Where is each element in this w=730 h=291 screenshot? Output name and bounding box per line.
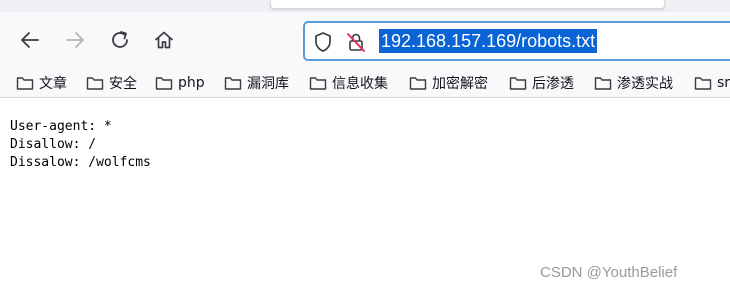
- url-text[interactable]: 192.168.157.169/robots.txt: [379, 29, 598, 53]
- bookmark-label: 安全: [109, 76, 137, 92]
- folder-icon: [16, 77, 34, 90]
- tab-strip: [0, 0, 730, 12]
- navigation-toolbar: 192.168.157.169/robots.txt: [0, 12, 730, 68]
- reload-icon: [112, 31, 128, 48]
- folder-icon: [409, 77, 427, 90]
- bookmark-label: 信息收集: [332, 76, 388, 92]
- bookmark-folder-houshentou[interactable]: 后渗透: [509, 72, 574, 94]
- bookmark-label: 文章: [39, 76, 67, 92]
- folder-icon: [594, 77, 612, 90]
- bookmark-folder-loudongku[interactable]: 漏洞库: [224, 72, 289, 94]
- bookmark-folder-sr[interactable]: sr: [694, 72, 730, 94]
- watermark: CSDN @YouthBelief: [540, 264, 678, 281]
- bookmarks-toolbar: 文章 安全 php 漏洞库 信息收集 加密解密 后渗透 渗透实战 sr: [0, 68, 730, 98]
- folder-icon: [309, 77, 327, 90]
- folder-icon: [224, 77, 242, 90]
- bookmark-label: 后渗透: [532, 76, 574, 92]
- back-icon: [21, 32, 39, 48]
- insecure-lock-icon[interactable]: [345, 31, 367, 53]
- bookmark-folder-jiamijiemi[interactable]: 加密解密: [409, 72, 488, 94]
- folder-icon: [155, 77, 173, 90]
- address-bar[interactable]: 192.168.157.169/robots.txt: [303, 21, 730, 61]
- bookmark-folder-php[interactable]: php: [155, 72, 205, 94]
- bookmark-label: 加密解密: [432, 76, 488, 92]
- bookmark-folder-xinxishouji[interactable]: 信息收集: [309, 72, 388, 94]
- folder-icon: [509, 77, 527, 90]
- bookmark-folder-shentoushizhan[interactable]: 渗透实战: [594, 72, 673, 94]
- robots-line: Dissalow: /wolfcms: [10, 155, 151, 170]
- bookmark-label: sr: [717, 75, 730, 91]
- bookmark-folder-wenzhang[interactable]: 文章: [16, 72, 67, 94]
- bookmark-label: 漏洞库: [247, 76, 289, 92]
- robots-line: User-agent: *: [10, 119, 112, 134]
- page-content: User-agent: * Disallow: / Dissalow: /wol…: [0, 99, 730, 291]
- folder-icon: [694, 77, 712, 90]
- home-icon: [155, 31, 173, 49]
- home-button[interactable]: [150, 26, 178, 54]
- shield-icon[interactable]: [313, 31, 333, 53]
- bookmark-label: php: [178, 75, 205, 91]
- bookmark-folder-anquan[interactable]: 安全: [86, 72, 137, 94]
- robots-line: Disallow: /: [10, 137, 97, 152]
- folder-icon: [86, 77, 104, 90]
- forward-icon: [66, 32, 84, 48]
- forward-button[interactable]: [61, 26, 89, 54]
- bookmark-label: 渗透实战: [617, 76, 673, 92]
- active-tab[interactable]: [270, 0, 665, 9]
- reload-button[interactable]: [106, 26, 134, 54]
- back-button[interactable]: [16, 26, 44, 54]
